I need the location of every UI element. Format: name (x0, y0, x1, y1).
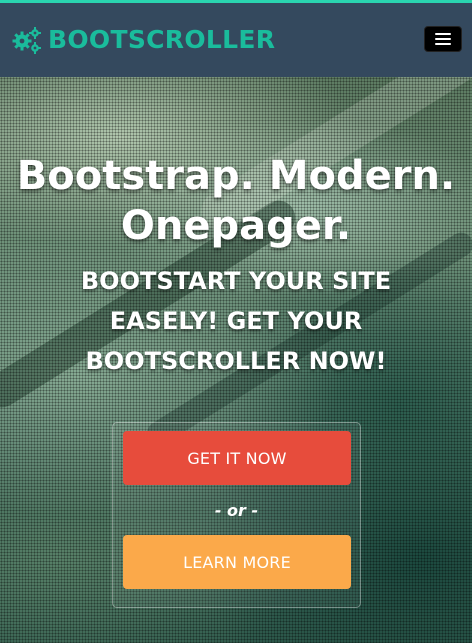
menu-toggle-button[interactable] (424, 26, 462, 52)
page: BOOTSCROLLER Bootstrap. Modern. Onepager… (0, 0, 472, 643)
hamburger-menu-icon-bar (435, 43, 451, 45)
gears-icon (12, 26, 42, 54)
hero-subheadline: BOOTSTART YOUR SITE EASELY! GET YOUR BOO… (80, 267, 392, 375)
learn-more-button[interactable]: LEARN MORE (123, 535, 351, 589)
hamburger-menu-icon-bar (435, 38, 451, 40)
or-separator: - or - (214, 501, 259, 520)
hero-headline: Bootstrap. Modern. Onepager. (16, 153, 456, 249)
get-it-now-button[interactable]: GET IT NOW (123, 431, 351, 485)
cta-box: GET IT NOW - or - LEARN MORE (112, 422, 361, 608)
hero: Bootstrap. Modern. Onepager. BOOTSTART Y… (0, 77, 472, 643)
hamburger-menu-icon-bar (435, 33, 451, 35)
brand-link[interactable]: BOOTSCROLLER (12, 25, 275, 54)
navbar: BOOTSCROLLER (0, 3, 472, 77)
brand-name: BOOTSCROLLER (48, 25, 276, 54)
